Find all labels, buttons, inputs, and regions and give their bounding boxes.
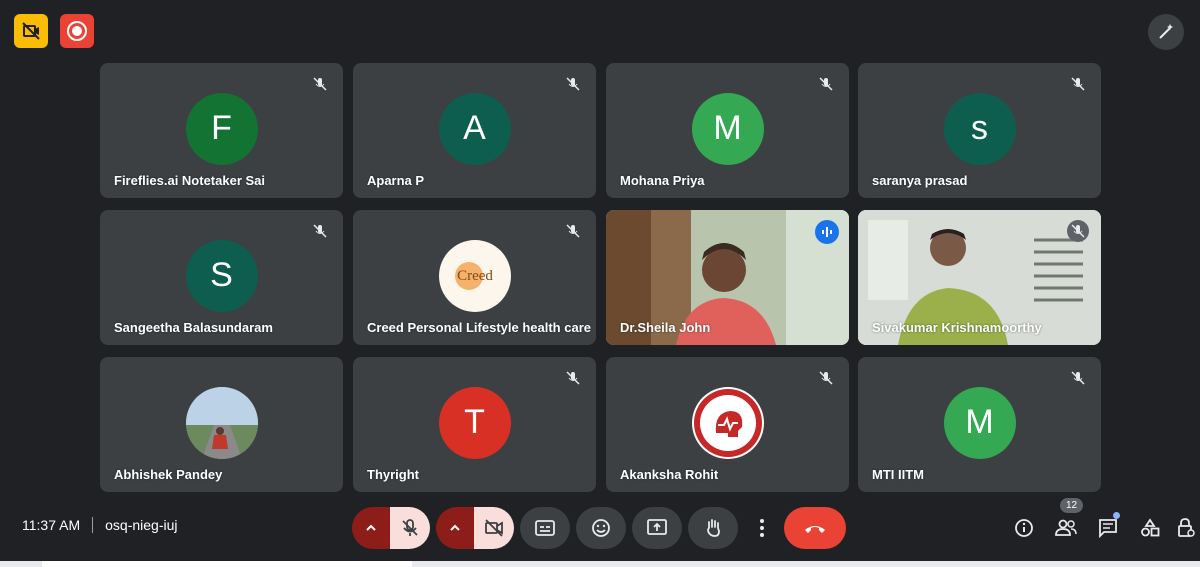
lock-person-icon — [1178, 518, 1195, 537]
meeting-info: 11:37 AM osq-nieg-iuj — [22, 517, 178, 533]
participant-name: Abhishek Pandey — [114, 467, 223, 482]
muted-mic-icon — [309, 73, 331, 95]
recording-icon[interactable] — [60, 14, 94, 48]
participant-tile-video[interactable]: Sivakumar Krishnamoorthy — [858, 210, 1101, 345]
camera-toggle-button[interactable] — [474, 507, 514, 549]
camera-off-icon — [485, 519, 503, 537]
participant-tile-video[interactable]: Dr.Sheila John — [606, 210, 849, 345]
meeting-time: 11:37 AM — [22, 517, 81, 533]
participant-tile[interactable]: Akanksha Rohit — [606, 357, 849, 492]
hand-icon — [707, 519, 720, 537]
hide-self-view-icon[interactable] — [14, 14, 48, 48]
participant-tile[interactable]: Creed Creed Personal Lifestyle health ca… — [353, 210, 596, 345]
participant-grid: F Fireflies.ai Notetaker Sai A Aparna P … — [100, 63, 1101, 492]
muted-mic-icon — [815, 367, 837, 389]
more-options-button[interactable] — [744, 507, 780, 549]
people-count-badge: 12 — [1060, 498, 1084, 513]
participant-name: Fireflies.ai Notetaker Sai — [114, 173, 266, 188]
participant-name: Creed Personal Lifestyle health care — [367, 320, 591, 335]
chat-icon — [1099, 519, 1117, 538]
participant-name: Sivakumar Krishnamoorthy — [872, 320, 1042, 335]
avatar-initial: s — [971, 109, 988, 147]
avatar: S — [185, 239, 258, 312]
avatar-initial: T — [464, 403, 485, 441]
more-vert-icon — [760, 519, 764, 537]
speaking-indicator-icon — [815, 220, 839, 244]
avatar: M — [691, 92, 764, 165]
info-icon — [1015, 519, 1033, 537]
chevron-up-icon — [450, 524, 460, 531]
creed-logo: Creed — [438, 239, 511, 312]
video-options-button[interactable] — [436, 507, 474, 549]
avatar-initial: M — [713, 109, 742, 147]
microphone-toggle-button[interactable] — [390, 507, 430, 549]
participant-name: Mohana Priya — [620, 173, 705, 188]
emoji-icon — [592, 519, 610, 537]
participant-tile[interactable]: M MTI IITM — [858, 357, 1101, 492]
participant-tile[interactable]: F Fireflies.ai Notetaker Sai — [100, 63, 343, 198]
muted-mic-icon — [562, 220, 584, 242]
muted-mic-icon — [1067, 73, 1089, 95]
side-panel-buttons: 12 — [1006, 498, 1195, 546]
present-screen-button[interactable] — [632, 507, 682, 549]
avatar-initial: M — [965, 403, 994, 441]
muted-mic-icon — [562, 367, 584, 389]
muted-mic-icon — [562, 73, 584, 95]
avatar: T — [438, 386, 511, 459]
meeting-code: osq-nieg-iuj — [105, 517, 178, 533]
captions-icon — [535, 520, 555, 536]
chat-button[interactable] — [1090, 510, 1126, 546]
participant-name: saranya prasad — [872, 173, 968, 188]
participant-tile[interactable]: T Thyright — [353, 357, 596, 492]
divider — [92, 517, 94, 533]
participant-name: Aparna P — [367, 173, 425, 188]
hang-up-icon — [805, 526, 825, 533]
mic-off-icon — [402, 519, 418, 536]
avatar: A — [438, 92, 511, 165]
present-screen-icon — [647, 519, 667, 535]
avatar-initial: F — [211, 109, 232, 147]
participant-name: Akanksha Rohit — [620, 467, 719, 482]
participant-tile[interactable]: Abhishek Pandey — [100, 357, 343, 492]
muted-mic-icon — [1067, 220, 1089, 242]
captions-button[interactable] — [520, 507, 570, 549]
visual-effects-icon[interactable] — [1148, 14, 1184, 50]
participant-name: MTI IITM — [872, 467, 924, 482]
avatar-initial: S — [210, 256, 233, 294]
activities-button[interactable] — [1132, 510, 1168, 546]
bottom-strip — [0, 561, 1200, 567]
participant-name: Dr.Sheila John — [620, 320, 711, 335]
participant-tile[interactable]: s saranya prasad — [858, 63, 1101, 198]
muted-mic-icon — [815, 73, 837, 95]
participant-tile[interactable]: A Aparna P — [353, 63, 596, 198]
people-icon — [1055, 519, 1077, 536]
activities-icon — [1141, 518, 1160, 537]
participant-name: Thyright — [367, 467, 419, 482]
host-controls-button[interactable] — [1168, 510, 1200, 546]
meeting-details-button[interactable] — [1006, 510, 1042, 546]
muted-mic-icon — [309, 220, 331, 242]
creed-logo-text: Creed — [457, 268, 493, 284]
leave-call-button[interactable] — [784, 507, 846, 549]
avatar-initial: A — [463, 109, 486, 147]
avatar: s — [943, 92, 1016, 165]
profile-photo — [185, 386, 258, 459]
brain-logo — [691, 386, 764, 459]
muted-mic-icon — [1067, 367, 1089, 389]
chat-notification-dot — [1113, 512, 1120, 519]
avatar: F — [185, 92, 258, 165]
participant-name: Sangeetha Balasundaram — [114, 320, 273, 335]
participant-tile[interactable]: M Mohana Priya — [606, 63, 849, 198]
reactions-button[interactable] — [576, 507, 626, 549]
avatar: M — [943, 386, 1016, 459]
participant-tile[interactable]: S Sangeetha Balasundaram — [100, 210, 343, 345]
chevron-up-icon — [366, 524, 376, 531]
audio-options-button[interactable] — [352, 507, 390, 549]
people-button[interactable]: 12 — [1048, 498, 1084, 546]
raise-hand-button[interactable] — [688, 507, 738, 549]
